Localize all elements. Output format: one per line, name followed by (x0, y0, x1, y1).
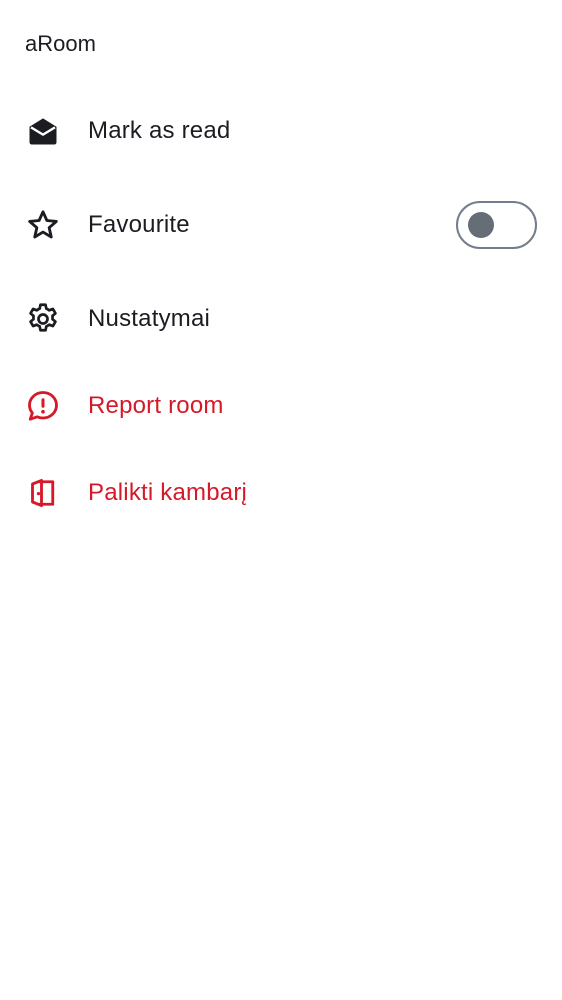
report-bubble-icon (25, 388, 61, 424)
leave-door-icon (25, 475, 61, 511)
menu-item-label: Palikti kambarį (88, 479, 248, 506)
menu-item-favourite[interactable]: Favourite (0, 193, 562, 257)
menu-item-leave-room[interactable]: Palikti kambarį (0, 461, 562, 525)
menu-item-label: Nustatymai (88, 305, 211, 332)
menu-item-report-room[interactable]: Report room (0, 374, 562, 438)
room-title: aRoom (25, 31, 96, 56)
menu-item-label: Report room (88, 392, 224, 419)
menu-item-label: Mark as read (88, 117, 231, 144)
room-context-menu: aRoom Mark as read Favourite Nustatymai … (0, 0, 562, 1000)
favourite-toggle[interactable] (456, 201, 537, 249)
menu-item-mark-as-read[interactable]: Mark as read (0, 99, 562, 163)
menu-item-settings[interactable]: Nustatymai (0, 287, 562, 351)
gear-icon (25, 301, 61, 337)
envelope-open-icon (25, 113, 61, 149)
menu-item-label: Favourite (88, 211, 190, 238)
toggle-knob (468, 212, 494, 238)
star-outline-icon (25, 207, 61, 243)
